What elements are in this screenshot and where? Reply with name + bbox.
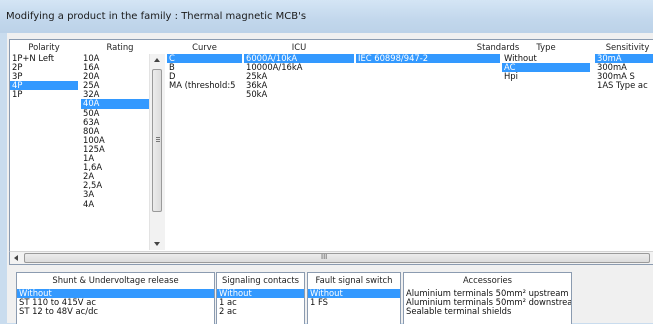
h-grip-icon: III	[321, 253, 328, 261]
title-bar: Modifying a product in the family : Ther…	[0, 0, 653, 33]
list-item[interactable]: Hpi	[502, 72, 590, 81]
list-item[interactable]: 2 ac	[217, 307, 304, 316]
list-item[interactable]: 20A	[81, 72, 149, 81]
list-item[interactable]: 4A	[81, 200, 149, 209]
rating-header: Rating	[106, 42, 134, 52]
polarity-list[interactable]: 1P+N Left 2P 3P 4P 1P	[10, 54, 78, 99]
list-item[interactable]: 1 FS	[308, 298, 400, 307]
list-item[interactable]: ST 110 to 415V ac	[17, 298, 214, 307]
list-item[interactable]: 1P	[10, 90, 78, 99]
list-item[interactable]: 1P+N Left	[10, 54, 78, 63]
list-item[interactable]: ST 12 to 48V ac/dc	[17, 307, 214, 316]
grip-icon	[156, 137, 160, 138]
scroll-left-icon[interactable]	[14, 255, 18, 261]
fault-list[interactable]: Without 1 FS	[308, 289, 400, 307]
list-item[interactable]: Without	[308, 289, 400, 299]
list-item[interactable]: 2,5A	[81, 181, 149, 190]
type-header: Type	[536, 42, 556, 52]
list-item[interactable]: 1AS Type ac	[595, 81, 653, 90]
list-item[interactable]: Sealable terminal shields	[404, 307, 571, 316]
list-item[interactable]: 10A	[81, 54, 149, 63]
scroll-down-icon[interactable]	[154, 242, 160, 246]
list-item[interactable]: 6000A/10kA	[244, 54, 354, 64]
list-item[interactable]: 300mA S	[595, 72, 653, 81]
icu-list[interactable]: 6000A/10kA 10000A/16kA 25kA 36kA 50kA	[244, 54, 354, 99]
list-item[interactable]: 100A	[81, 136, 149, 145]
window-title: Modifying a product in the family : Ther…	[6, 11, 307, 22]
curve-header: Curve	[192, 42, 217, 52]
list-item[interactable]: 1 ac	[217, 298, 304, 307]
rating-list[interactable]: 10A 16A 20A 25A 32A 40A 50A 63A 80A 100A 125A 1A 1,6…	[81, 54, 149, 209]
list-item[interactable]: Aluminium terminals 50mm² downstream	[404, 298, 571, 307]
rating-scrollbar[interactable]	[149, 54, 165, 250]
accessories-header: Accessories	[462, 275, 513, 285]
list-item[interactable]: MA (threshold:5	[167, 81, 242, 90]
fault-panel: Fault signal switch Without 1 FS	[307, 272, 401, 324]
list-item[interactable]: 25A	[81, 81, 149, 90]
sensitivity-list[interactable]: 30mA 300mA 300mA S 1AS Type ac	[595, 54, 653, 90]
shunt-header: Shunt & Undervoltage release	[52, 275, 179, 285]
product-options-panel: Polarity 1P+N Left 2P 3P 4P 1P Rating 10A 16A…	[9, 39, 653, 254]
shunt-list[interactable]: Without ST 110 to 415V ac ST 12 to 48V ac/…	[17, 289, 214, 316]
list-item[interactable]: 40A	[81, 99, 149, 109]
list-item[interactable]: 50A	[81, 109, 149, 118]
curve-column: Curve C B D MA (threshold:5	[167, 40, 242, 253]
rating-column: Rating 10A 16A 20A 25A 32A 40A 50A 63A 80A 100A 12…	[81, 40, 149, 253]
signaling-header: Signaling contacts	[221, 275, 300, 285]
accessories-panel: Accessories Aluminium terminals 50mm² up…	[403, 272, 572, 324]
type-list[interactable]: Without AC Hpi	[502, 54, 590, 81]
signaling-panel: Signaling contacts Without 1 ac 2 ac	[216, 272, 305, 324]
polarity-column: Polarity 1P+N Left 2P 3P 4P 1P	[10, 40, 78, 253]
list-item[interactable]: 25kA	[244, 72, 354, 81]
scroll-up-icon[interactable]	[154, 58, 160, 62]
list-item[interactable]: 16A	[81, 63, 149, 72]
sensitivity-header: Sensitivity	[605, 42, 650, 52]
list-item[interactable]: Without	[17, 289, 214, 299]
list-item[interactable]: 63A	[81, 118, 149, 127]
icu-header: ICU	[291, 42, 307, 52]
list-item[interactable]: IEC 60898/947-2	[356, 54, 500, 64]
list-item[interactable]: 125A	[81, 145, 149, 154]
list-item[interactable]: 30mA	[595, 54, 653, 64]
fault-header: Fault signal switch	[315, 275, 393, 285]
list-item[interactable]: AC	[502, 63, 590, 73]
curve-list[interactable]: C B D MA (threshold:5	[167, 54, 242, 90]
list-item[interactable]: 3P	[10, 72, 78, 81]
list-item[interactable]: 1A	[81, 154, 149, 163]
list-item[interactable]: 2P	[10, 63, 78, 72]
list-item[interactable]: 50kA	[244, 90, 354, 99]
standards-list[interactable]: IEC 60898/947-2	[356, 54, 500, 64]
list-item[interactable]: 3A	[81, 190, 149, 199]
accessories-list[interactable]: Aluminium terminals 50mm² upstream Alumin…	[404, 289, 571, 316]
standards-column: Standards IEC 60898/947-2	[356, 40, 519, 253]
polarity-header: Polarity	[28, 42, 60, 52]
list-item[interactable]: 32A	[81, 90, 149, 99]
list-item[interactable]: D	[167, 72, 242, 81]
horizontal-scrollbar[interactable]: III	[9, 251, 653, 265]
list-item[interactable]: 4P	[10, 81, 78, 91]
shunt-panel: Shunt & Undervoltage release Without ST 1…	[16, 272, 215, 324]
list-item[interactable]: B	[167, 63, 242, 72]
list-item[interactable]: 2A	[81, 172, 149, 181]
list-item[interactable]: 1,6A	[81, 163, 149, 172]
list-item[interactable]: Without	[217, 289, 304, 299]
scroll-thumb[interactable]	[152, 69, 162, 212]
list-item[interactable]: Without	[502, 54, 590, 63]
signaling-list[interactable]: Without 1 ac 2 ac	[217, 289, 304, 316]
type-column: Type Without AC Hpi	[502, 40, 590, 253]
sensitivity-column: Sensitivity 30mA 300mA 300mA S 1AS Type ac	[595, 40, 653, 253]
list-item[interactable]: C	[167, 54, 242, 64]
list-item[interactable]: 300mA	[595, 63, 653, 72]
h-scroll-thumb[interactable]: III	[24, 253, 650, 263]
list-item[interactable]: Aluminium terminals 50mm² upstream	[404, 289, 571, 298]
list-item[interactable]: 36kA	[244, 81, 354, 90]
icu-column: ICU 6000A/10kA 10000A/16kA 25kA 36kA 50kA	[244, 40, 354, 253]
list-item[interactable]: 10000A/16kA	[244, 63, 354, 72]
list-item[interactable]: 80A	[81, 127, 149, 136]
